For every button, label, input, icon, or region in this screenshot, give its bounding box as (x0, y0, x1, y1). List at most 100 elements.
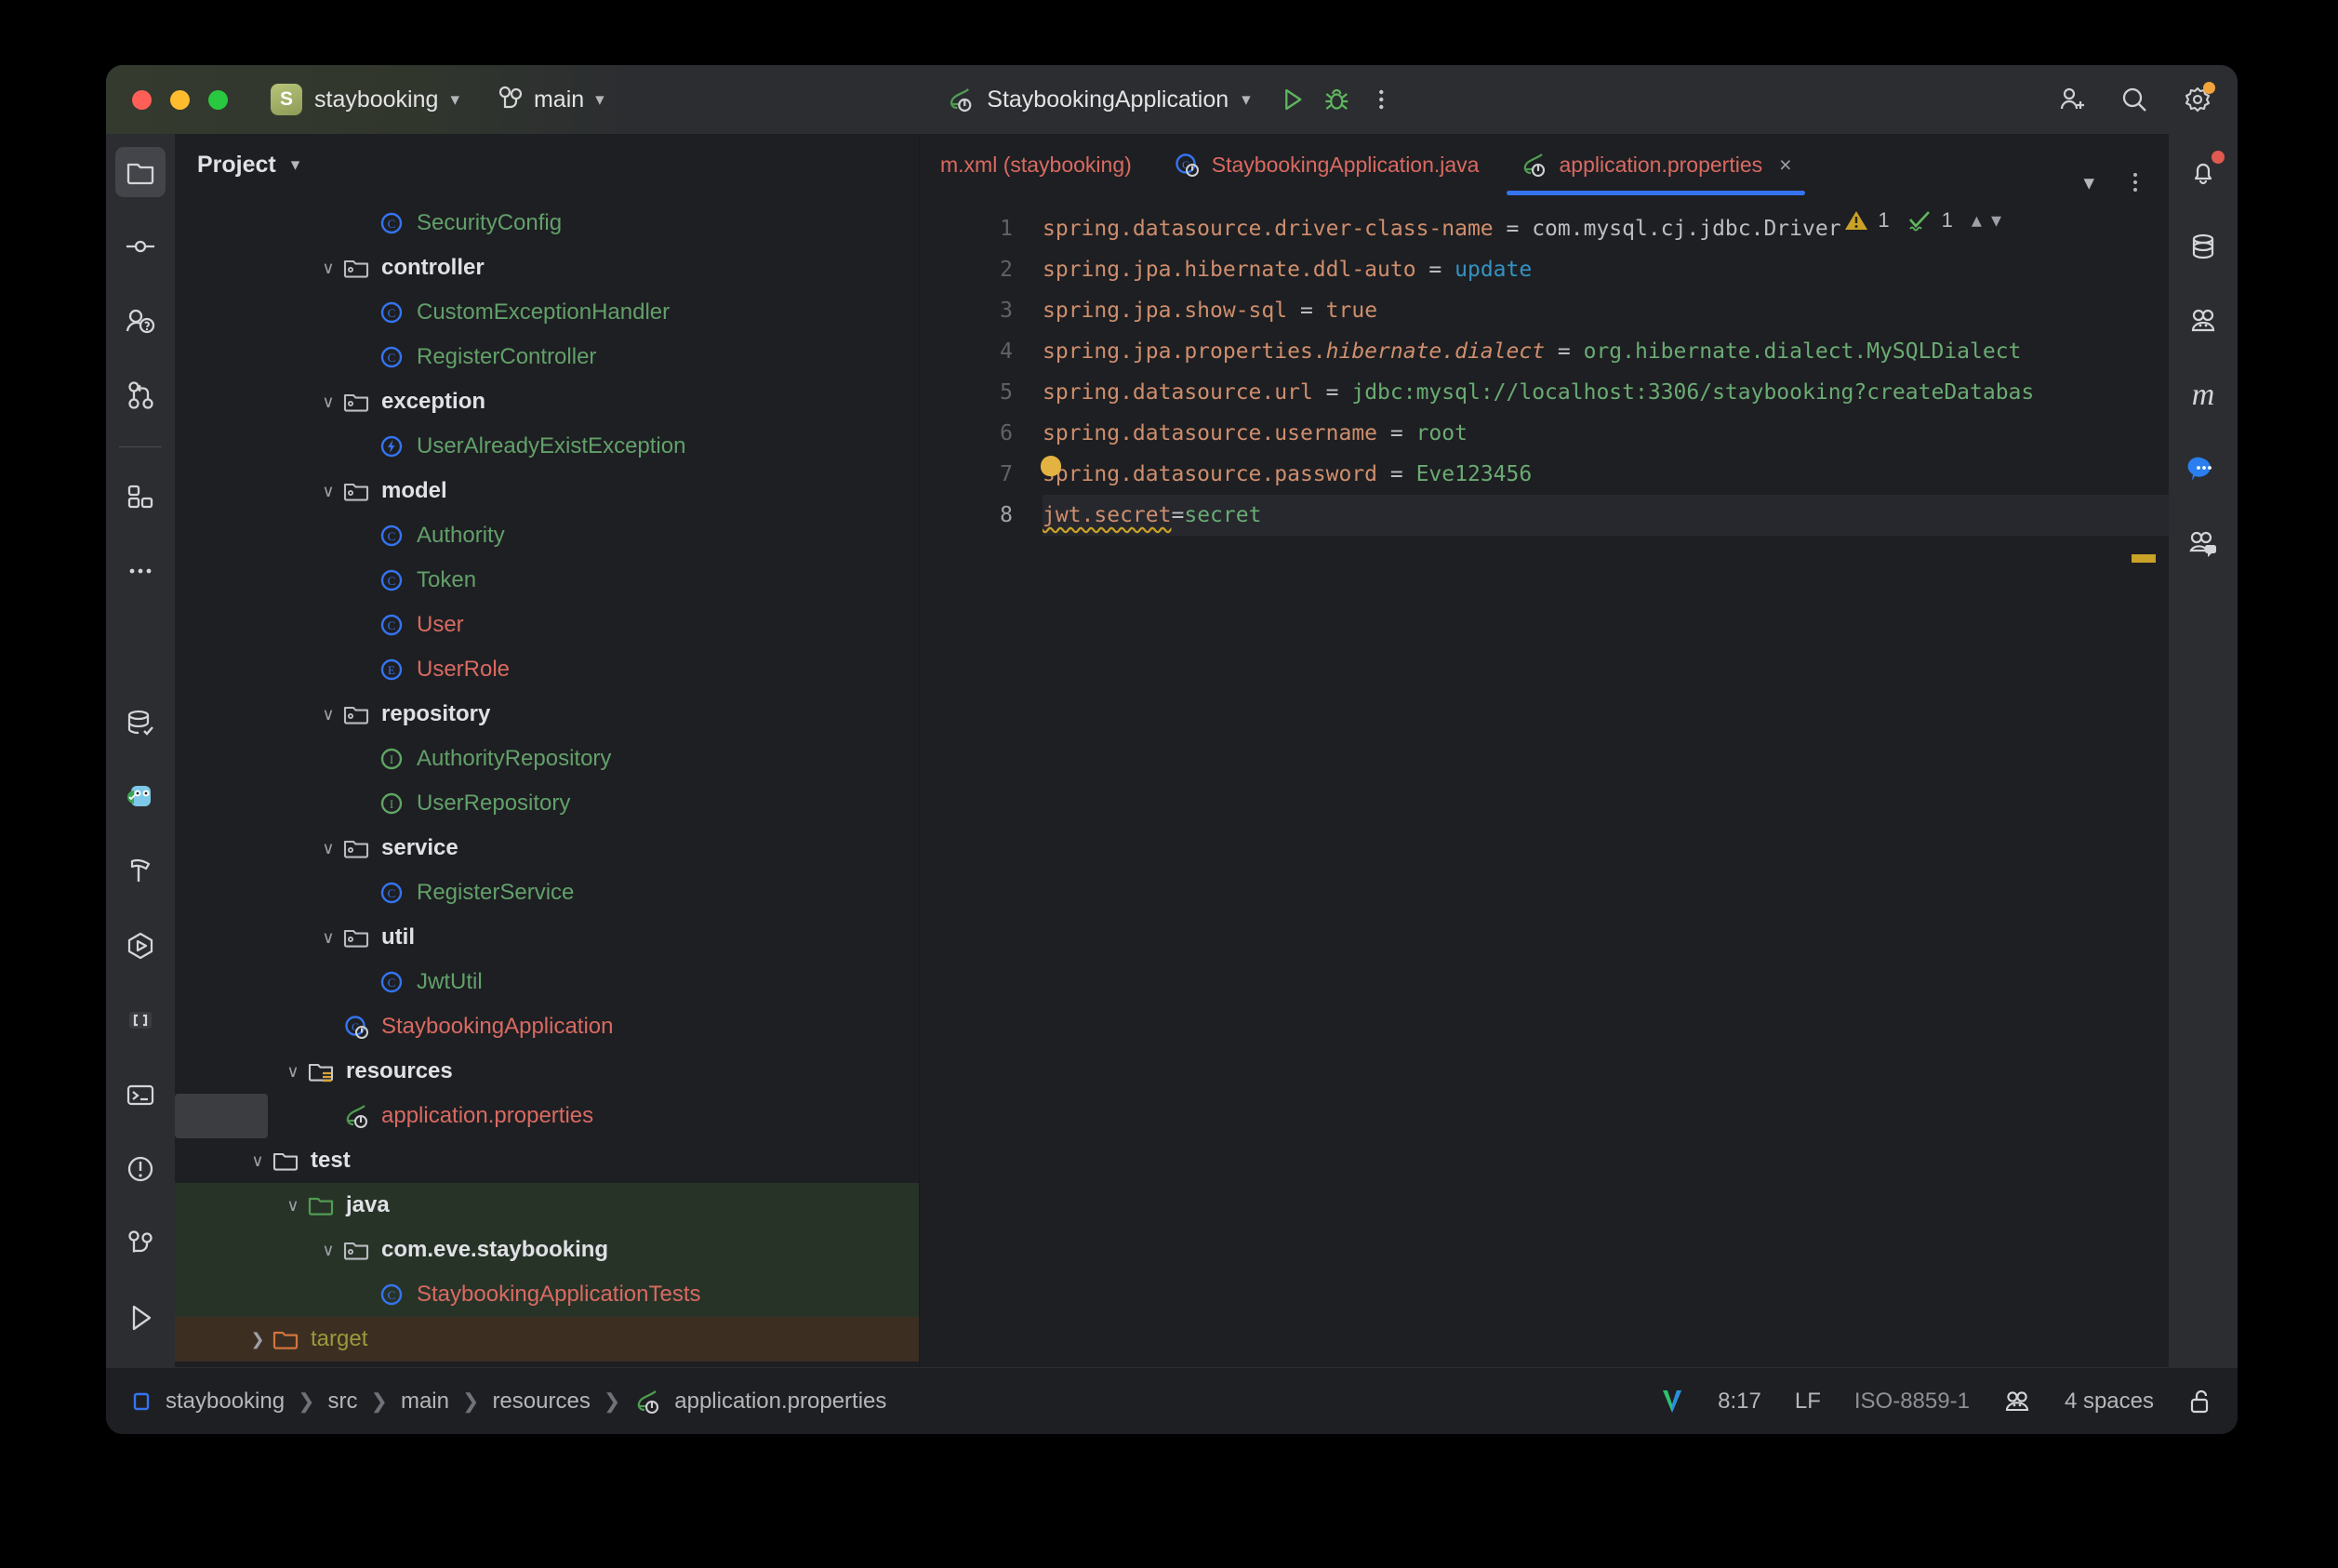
tree-node-staybookingapplication[interactable]: CStaybookingApplication (175, 1004, 919, 1049)
code-line[interactable]: spring.datasource.password = Eve123456 (1043, 454, 2169, 495)
chevron-down-icon[interactable]: ▾ (291, 156, 300, 174)
chevron-down-icon[interactable]: ▾ (1242, 91, 1251, 109)
sidebar-item-database[interactable] (115, 698, 166, 748)
chevron-down-icon[interactable]: ▾ (2083, 170, 2094, 195)
ai-assistant-button[interactable] (2178, 296, 2228, 346)
inspection-widget[interactable]: 1 1 ▴ ▾ (1844, 208, 2001, 233)
sidebar-item-services[interactable] (115, 1293, 166, 1343)
sidebar-item-build[interactable] (115, 846, 166, 897)
indent-setting[interactable]: 4 spaces (2065, 1389, 2154, 1415)
editor-tab-application-properties[interactable]: application.properties× (1499, 134, 1812, 195)
tree-node-registercontroller[interactable]: CRegisterController (175, 335, 919, 379)
chevron-down-icon[interactable]: ∨ (281, 1196, 305, 1216)
editor-tab-bar[interactable]: m.xml (staybooking)CStaybookingApplicati… (920, 134, 2169, 195)
window-controls[interactable] (132, 90, 228, 110)
unlock-icon[interactable] (2187, 1388, 2213, 1415)
editor-tab-m-xml-staybooking-[interactable]: m.xml (staybooking) (920, 134, 1152, 195)
tree-node-test[interactable]: ∨test (175, 1138, 919, 1183)
tree-node-service[interactable]: ∨service (175, 826, 919, 870)
breadcrumb-item[interactable]: resources (492, 1389, 590, 1415)
editor-tab-staybookingapplication-java[interactable]: CStaybookingApplication.java (1152, 134, 1500, 195)
close-window-button[interactable] (132, 90, 152, 110)
tree-node-staybookingapplicationtests[interactable]: CStaybookingApplicationTests (175, 1272, 919, 1317)
chevron-down-icon[interactable]: ∨ (316, 259, 340, 278)
tree-node-registerservice[interactable]: CRegisterService (175, 870, 919, 915)
notifications-button[interactable] (2178, 147, 2228, 197)
chevron-down-icon[interactable]: ∨ (246, 1151, 270, 1171)
sidebar-item-pull-requests[interactable] (115, 296, 166, 346)
chevron-up-icon[interactable]: ▴ (1972, 208, 1982, 233)
breadcrumb-item[interactable]: src (328, 1389, 358, 1415)
code-line[interactable]: spring.jpa.show-sql = true (1043, 290, 2169, 331)
tree-node-target[interactable]: ❯target (175, 1317, 919, 1362)
tree-node-jwtutil[interactable]: CJwtUtil (175, 960, 919, 1004)
tree-node-user[interactable]: CUser (175, 603, 919, 647)
breadcrumb-item[interactable]: staybooking (166, 1389, 285, 1415)
code-content[interactable]: spring.datasource.driver-class-name = co… (1031, 195, 2169, 1367)
chevron-down-icon[interactable]: ∨ (316, 1241, 340, 1260)
sidebar-item-terminal[interactable] (115, 1070, 166, 1120)
caret-position[interactable]: 8:17 (1718, 1389, 1761, 1415)
sidebar-item-project[interactable] (115, 147, 166, 197)
tree-node-com-eve-staybooking[interactable]: ∨com.eve.staybooking (175, 1228, 919, 1272)
breadcrumb-item[interactable]: main (401, 1389, 449, 1415)
search-icon[interactable] (2119, 84, 2150, 115)
intention-bulb-icon[interactable] (1041, 456, 1061, 476)
code-line[interactable]: spring.datasource.url = jdbc:mysql://loc… (1043, 372, 2169, 413)
tree-node-model[interactable]: ∨model (175, 469, 919, 513)
tree-node-userrepository[interactable]: IUserRepository (175, 781, 919, 826)
add-user-icon[interactable] (2055, 84, 2087, 115)
file-encoding[interactable]: ISO-8859-1 (1854, 1389, 1970, 1415)
tree-node-repository[interactable]: ∨repository (175, 692, 919, 737)
sidebar-item-commit[interactable] (115, 221, 166, 272)
run-configuration-name[interactable]: StaybookingApplication (987, 86, 1229, 113)
chevron-down-icon[interactable]: ∨ (316, 482, 340, 501)
tree-node-exception[interactable]: ∨exception (175, 379, 919, 424)
chevron-down-icon[interactable]: ∨ (316, 928, 340, 948)
chevron-down-icon[interactable]: ∨ (281, 1062, 305, 1082)
sidebar-item-git[interactable] (115, 370, 166, 420)
code-line[interactable]: spring.jpa.properties.hibernate.dialect … (1043, 331, 2169, 372)
code-with-me-button[interactable] (2178, 519, 2228, 569)
sidebar-item-run[interactable] (115, 921, 166, 971)
tree-node-java[interactable]: ∨java (175, 1183, 919, 1228)
code-line[interactable]: jwt.secret=secret (1043, 495, 2169, 536)
sidebar-item-ai-assistant[interactable] (115, 772, 166, 822)
code-editor[interactable]: 12345678 spring.datasource.driver-class-… (920, 195, 2169, 1367)
tree-node-token[interactable]: CToken (175, 558, 919, 603)
run-icon[interactable] (1277, 84, 1308, 115)
tree-node-controller[interactable]: ∨controller (175, 246, 919, 290)
debug-icon[interactable] (1322, 84, 1353, 115)
code-line[interactable]: spring.datasource.username = root (1043, 413, 2169, 454)
sidebar-item-bookmarks[interactable] (115, 995, 166, 1045)
tree-node-application-properties[interactable]: application.properties (175, 1094, 268, 1138)
breadcrumb[interactable]: staybooking❯src❯main❯resources❯applicati… (130, 1388, 886, 1415)
vim-icon[interactable] (1660, 1388, 1684, 1415)
tree-node-authorityrepository[interactable]: IAuthorityRepository (175, 737, 919, 781)
sidebar-item-more[interactable] (115, 546, 166, 596)
database-button[interactable] (2178, 221, 2228, 272)
maximize-window-button[interactable] (208, 90, 228, 110)
minimize-window-button[interactable] (170, 90, 190, 110)
code-line[interactable]: spring.jpa.hibernate.ddl-auto = update (1043, 249, 2169, 290)
tree-node-securityconfig[interactable]: CSecurityConfig (175, 201, 919, 246)
tree-node-useralreadyexistexception[interactable]: UserAlreadyExistException (175, 424, 919, 469)
project-tree[interactable]: CSecurityConfig∨controller CCustomExcept… (175, 195, 919, 1367)
chevron-down-icon[interactable]: ▾ (1991, 208, 2001, 233)
tree-node-customexceptionhandler[interactable]: CCustomExceptionHandler (175, 290, 919, 335)
chevron-down-icon[interactable]: ∨ (316, 705, 340, 724)
more-vertical-icon[interactable] (1366, 84, 1398, 115)
chat-button[interactable] (2178, 445, 2228, 495)
tree-node-resources[interactable]: ∨resources (175, 1049, 919, 1094)
close-icon[interactable]: × (1779, 153, 1791, 178)
sidebar-item-problems[interactable] (115, 1144, 166, 1194)
tree-node-util[interactable]: ∨util (175, 915, 919, 960)
tree-node-userrole[interactable]: EUserRole (175, 647, 919, 692)
project-selector[interactable]: S staybooking ▾ (271, 84, 459, 115)
breadcrumb-item[interactable]: application.properties (674, 1389, 886, 1415)
chevron-down-icon[interactable]: ∨ (316, 839, 340, 858)
line-separator[interactable]: LF (1795, 1389, 1821, 1415)
maven-button[interactable]: m (2178, 370, 2228, 420)
more-vertical-icon[interactable] (2122, 169, 2148, 195)
settings-icon[interactable] (2182, 84, 2213, 115)
